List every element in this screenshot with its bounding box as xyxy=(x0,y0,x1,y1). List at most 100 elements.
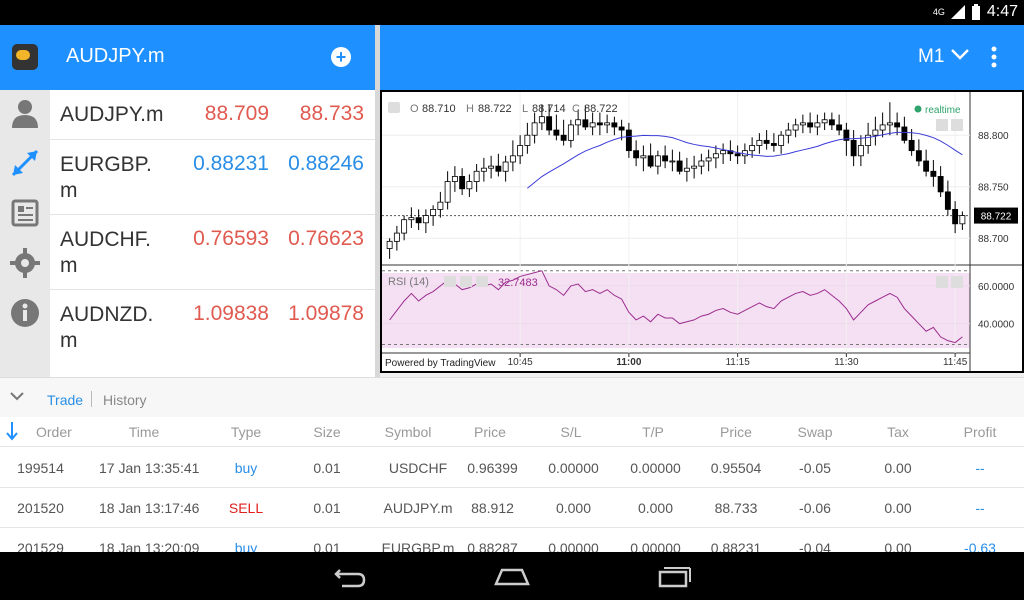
quote-symbol: AUDJPY.m xyxy=(60,103,164,126)
cell-sl: 0.000 xyxy=(555,500,592,516)
quote-bid: 0.76593 xyxy=(193,227,269,250)
ohlc-o-value: 88.710 xyxy=(422,103,456,115)
add-symbol-button[interactable]: + xyxy=(331,47,351,67)
rsi-scale-down-icon[interactable] xyxy=(951,276,963,288)
time-tick-label: 11:45 xyxy=(943,357,968,368)
column-header-swap[interactable]: Swap xyxy=(785,424,845,440)
column-header-time[interactable]: Time xyxy=(99,424,189,440)
column-header-symbol[interactable]: Symbol xyxy=(373,424,443,440)
cell-profit: -- xyxy=(975,500,985,516)
quote-ask: 0.88246 xyxy=(288,152,364,175)
ohlc-l-label: L xyxy=(522,103,528,115)
system-nav-bar xyxy=(0,552,1024,600)
column-header-type[interactable]: Type xyxy=(216,424,276,440)
symbol-header: AUDJPY.m + xyxy=(0,25,375,90)
quote-row[interactable]: EURGBP. m 0.88231 0.88246 xyxy=(50,140,375,215)
ohlc-o-label: O xyxy=(410,103,419,115)
chart-svg[interactable]: 88.80088.75088.72288.700 60.000040.0000 … xyxy=(382,92,1022,371)
cell-type: buy xyxy=(234,460,258,476)
cell-time: 17 Jan 13:35:41 xyxy=(99,460,200,476)
column-header-sl[interactable]: S/L xyxy=(541,424,601,440)
time-tick-label: 10:45 xyxy=(508,357,533,368)
account-icon[interactable] xyxy=(10,98,40,128)
quote-ask: 0.76623 xyxy=(288,227,364,250)
price-tick-label: 88.700 xyxy=(978,234,1009,245)
trade-arrows-icon[interactable] xyxy=(10,148,40,178)
cell-tax: 0.00 xyxy=(884,460,912,476)
quote-symbol: EURGBP. m xyxy=(60,153,152,202)
add-icon: + xyxy=(335,47,347,67)
signal-icon xyxy=(950,5,965,19)
cell-symbol: AUDJPY.m xyxy=(383,500,453,516)
tab-trade[interactable]: Trade xyxy=(47,392,83,408)
quote-bid: 0.88231 xyxy=(193,152,269,175)
quote-row[interactable]: AUDNZD. m 1.09838 1.09878 xyxy=(50,290,375,365)
battery-icon xyxy=(971,4,980,20)
info-icon[interactable] xyxy=(10,298,40,328)
time-tick-label: 11:15 xyxy=(725,357,750,368)
quote-bid: 1.09838 xyxy=(193,302,269,325)
price-tick-label: 88.750 xyxy=(978,183,1009,194)
powered-by-label[interactable]: Powered by TradingView xyxy=(385,358,496,369)
time-tick-label: 11:30 xyxy=(834,357,859,368)
ohlc-c-label: C xyxy=(572,103,580,115)
table-header: Order Time Type Size Symbol Price S/L T/… xyxy=(0,417,1024,447)
cell-size: 0.01 xyxy=(313,460,341,476)
rsi-scale-up-icon[interactable] xyxy=(936,276,948,288)
rsi-tick-label: 60.0000 xyxy=(978,282,1015,293)
scale-up-icon[interactable] xyxy=(936,119,948,131)
table-row[interactable]: 201520 18 Jan 13:17:46 SELL 0.01 AUDJPY.m 88.… xyxy=(0,488,1024,528)
quote-row[interactable]: AUDJPY.m 88.709 88.733 xyxy=(50,90,375,140)
back-icon[interactable] xyxy=(332,564,368,588)
cell-swap: -0.05 xyxy=(799,460,831,476)
realtime-label: realtime xyxy=(925,105,961,116)
cell-tp: 0.00000 xyxy=(630,460,681,476)
realtime-dot xyxy=(914,105,922,113)
quote-bid: 88.709 xyxy=(204,102,269,125)
table-row[interactable]: 199514 17 Jan 13:35:41 buy 0.01 USDCHF 0.9639… xyxy=(0,448,1024,488)
cell-symbol: USDCHF xyxy=(388,460,448,476)
column-header-tax[interactable]: Tax xyxy=(868,424,928,440)
quotes-list: AUDJPY.m 88.709 88.733 EURGBP. m 0.88231… xyxy=(50,90,375,377)
quote-symbol: AUDCHF. m xyxy=(60,228,152,277)
rsi-hide-icon[interactable] xyxy=(460,276,472,287)
column-header-current-price[interactable]: Price xyxy=(706,424,766,440)
quote-row[interactable]: AUDCHF. m 0.76593 0.76623 xyxy=(50,215,375,290)
chart-settings-icon[interactable] xyxy=(388,102,400,113)
rsi-value: 32.7483 xyxy=(498,277,538,289)
ohlc-h-label: H xyxy=(466,103,474,115)
quote-ask: 1.09878 xyxy=(288,302,364,325)
column-header-profit[interactable]: Profit xyxy=(950,424,1010,440)
clock: 4:47 xyxy=(986,3,1018,20)
settings-icon[interactable] xyxy=(10,248,40,278)
column-header-tp[interactable]: T/P xyxy=(623,424,683,440)
news-icon[interactable] xyxy=(10,198,40,228)
sort-arrow-icon[interactable] xyxy=(6,421,18,441)
scale-down-icon[interactable] xyxy=(951,119,963,131)
rsi-settings-icon[interactable] xyxy=(444,276,456,287)
chevron-down-icon[interactable] xyxy=(950,47,970,61)
cell-current-price: 0.95504 xyxy=(710,460,762,476)
rsi-label: RSI (14) xyxy=(388,276,429,288)
home-icon[interactable] xyxy=(494,564,530,588)
collapse-chevron-icon[interactable] xyxy=(10,391,24,401)
app-logo-icon xyxy=(12,44,38,70)
trade-tabs: Trade History xyxy=(0,377,1024,417)
price-chart[interactable]: 88.800 88.750 88.722 88.700 60.0000 40.0000 … xyxy=(380,90,1024,373)
column-header-price[interactable]: Price xyxy=(460,424,520,440)
quote-symbol: AUDNZD. m xyxy=(60,303,154,352)
cell-order: 199514 xyxy=(17,460,64,476)
status-bar: 4G 4:47 xyxy=(0,0,1024,25)
cell-sl: 0.00000 xyxy=(548,460,599,476)
more-menu-icon[interactable] xyxy=(990,45,998,69)
recent-apps-icon[interactable] xyxy=(656,564,692,588)
column-header-size[interactable]: Size xyxy=(303,424,351,440)
tab-history[interactable]: History xyxy=(103,392,147,408)
timeframe-selector[interactable]: M1 xyxy=(918,46,944,68)
cell-size: 0.01 xyxy=(313,500,341,516)
network-label: 4G xyxy=(932,7,945,17)
selected-symbol-title[interactable]: AUDJPY.m xyxy=(66,45,165,68)
column-header-order[interactable]: Order xyxy=(36,424,72,440)
rsi-close-icon[interactable] xyxy=(476,276,488,287)
cell-tp: 0.000 xyxy=(637,500,674,516)
